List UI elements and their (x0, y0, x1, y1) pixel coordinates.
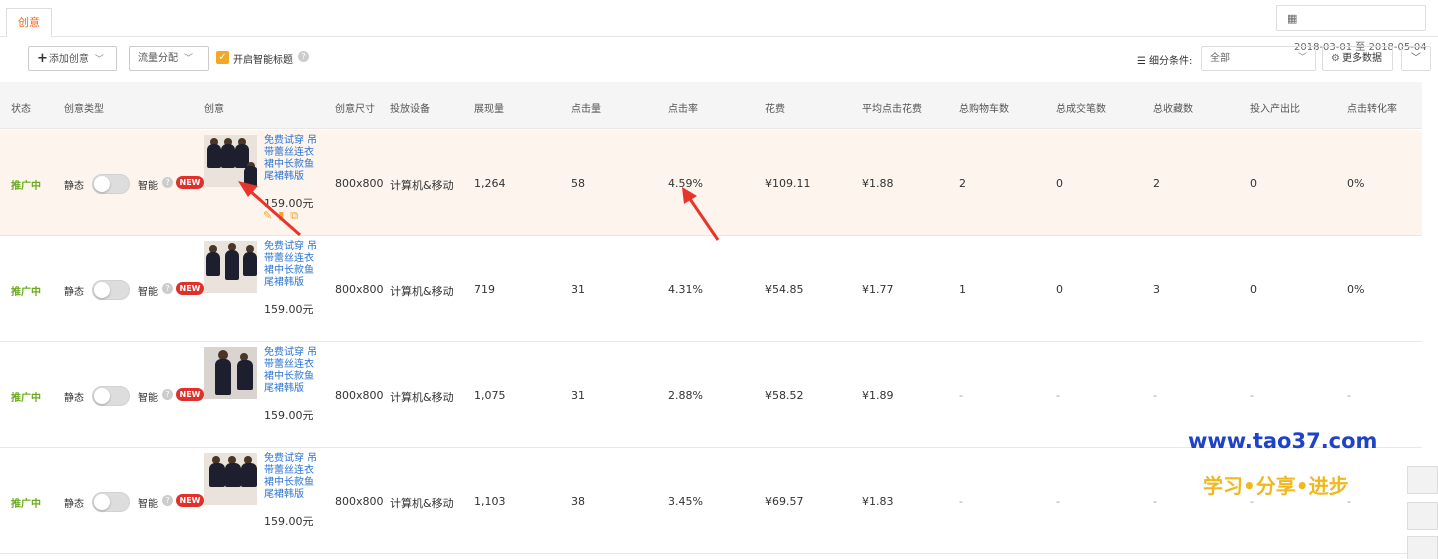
tab-creative[interactable]: 创意 (6, 8, 52, 37)
annotation-arrow-ctr (682, 187, 720, 241)
side-tool-button[interactable] (1407, 536, 1438, 559)
creative-report-page: 创意 ▦ 2018-03-01 至 2018-05-04 +添加创意 ﹀ 流量分配… (0, 0, 1438, 559)
watermark-url: www.tao37.com (1188, 429, 1378, 453)
side-tool-button[interactable] (1407, 502, 1438, 530)
annotation-arrow-thumbnail (238, 181, 301, 237)
watermark-slogan: 学习•分享•进步 (1203, 474, 1349, 498)
side-tool-button[interactable] (1407, 466, 1438, 494)
